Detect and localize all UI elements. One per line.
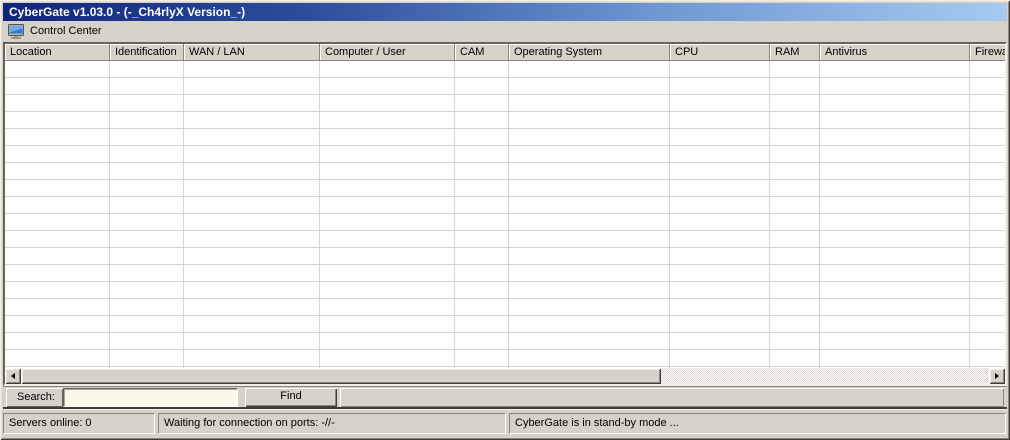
scrollbar-thumb[interactable] — [21, 368, 661, 384]
table-column-operating-system — [509, 61, 670, 368]
search-bar-filler — [340, 388, 1004, 407]
table-header-row: LocationIdentificationWAN / LANComputer … — [5, 44, 1005, 61]
column-header-firewall[interactable]: Firewall — [970, 44, 1005, 61]
menu-bar: Control Center — [3, 21, 1007, 42]
table-column-location — [5, 61, 110, 368]
column-header-cpu[interactable]: CPU — [670, 44, 770, 61]
table-column-cam — [455, 61, 509, 368]
status-bar: Servers online: 0 Waiting for connection… — [3, 409, 1007, 437]
arrow-right-icon — [995, 373, 1002, 379]
column-header-location[interactable]: Location — [5, 44, 110, 61]
column-header-cam[interactable]: CAM — [455, 44, 509, 61]
search-input[interactable] — [63, 388, 238, 407]
status-mode: CyberGate is in stand-by mode ... — [509, 413, 1006, 434]
search-label: Search: — [6, 388, 63, 407]
status-ports: Waiting for connection on ports: -//- — [158, 413, 506, 434]
table-body[interactable] — [5, 61, 1005, 368]
menu-item-label: Control Center — [30, 24, 102, 39]
scroll-left-button[interactable] — [5, 368, 21, 384]
status-servers-online: Servers online: 0 — [3, 413, 155, 434]
column-header-identification[interactable]: Identification — [110, 44, 184, 61]
title-bar[interactable]: CyberGate v1.03.0 - (-_Ch4rlyX Version_-… — [3, 3, 1007, 21]
table-column-firewall — [970, 61, 1005, 368]
table-column-computer-user — [320, 61, 455, 368]
server-table: LocationIdentificationWAN / LANComputer … — [3, 42, 1007, 386]
scroll-right-button[interactable] — [989, 368, 1005, 384]
table-column-ram — [770, 61, 820, 368]
column-header-wan-lan[interactable]: WAN / LAN — [184, 44, 320, 61]
column-header-ram[interactable]: RAM — [770, 44, 820, 61]
column-header-antivirus[interactable]: Antivirus — [820, 44, 970, 61]
window-title: CyberGate v1.03.0 - (-_Ch4rlyX Version_-… — [9, 5, 245, 19]
table-column-antivirus — [820, 61, 970, 368]
table-column-cpu — [670, 61, 770, 368]
monitor-icon — [8, 24, 24, 39]
app-window: CyberGate v1.03.0 - (-_Ch4rlyX Version_-… — [0, 0, 1010, 440]
column-header-computer-user[interactable]: Computer / User — [320, 44, 455, 61]
arrow-left-icon — [8, 373, 15, 379]
search-bar: Search: Find — [3, 386, 1007, 409]
table-column-identification — [110, 61, 184, 368]
table-column-wan-lan — [184, 61, 320, 368]
column-header-operating-system[interactable]: Operating System — [509, 44, 670, 61]
horizontal-scrollbar[interactable] — [5, 368, 1005, 384]
find-button[interactable]: Find — [245, 388, 337, 407]
menu-item-control-center[interactable]: Control Center — [8, 22, 106, 41]
